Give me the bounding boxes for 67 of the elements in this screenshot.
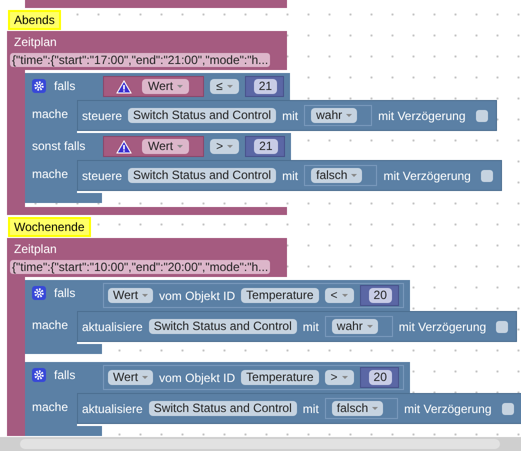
field-dropdown[interactable]: Wert xyxy=(108,288,154,303)
number-field[interactable]: 21 xyxy=(254,79,278,94)
object-label: vom Objekt ID xyxy=(159,288,236,302)
delay-label: mit Verzögerung xyxy=(378,108,466,122)
number-block[interactable]: 21 xyxy=(245,136,284,157)
operator-dropdown[interactable]: > xyxy=(324,370,354,385)
target-field[interactable]: Switch Status and Control xyxy=(148,319,297,334)
action-verb: aktualisiere xyxy=(82,320,143,334)
action-verb: aktualisiere xyxy=(82,402,143,416)
value-dropdown[interactable]: falsch xyxy=(311,168,362,183)
field-dropdown[interactable]: Wert xyxy=(142,79,190,94)
block-title: Zeitplan xyxy=(14,35,57,49)
with-label: mit xyxy=(302,402,319,416)
block-comment[interactable]: Abends xyxy=(8,10,61,30)
value-block[interactable]: Wert xyxy=(103,136,204,157)
object-id-field[interactable]: Temperature xyxy=(241,288,319,303)
value-dropdown[interactable]: falsch xyxy=(332,401,384,416)
action-verb: steuere xyxy=(82,168,122,182)
action-block[interactable]: aktualisiere Switch Status and Control mit falsch mit Verzögerung xyxy=(77,393,521,424)
do-label: mache xyxy=(32,107,68,121)
block-title: Zeitplan xyxy=(14,242,57,256)
target-field[interactable]: Switch Status and Control xyxy=(148,401,297,416)
config-field[interactable]: {"time":{"start":"17:00","end":"21:00","mode":"h... xyxy=(10,53,270,67)
branch-label: sonst falls xyxy=(32,139,86,153)
do-label: mache xyxy=(32,167,68,181)
target-field[interactable]: Switch Status and Control xyxy=(128,168,276,183)
block-comment[interactable]: Wochenende xyxy=(8,217,90,237)
value-dropdown[interactable]: wahr xyxy=(332,319,378,334)
object-id-field[interactable]: Temperature xyxy=(241,370,319,385)
object-block[interactable]: Wert vom Objekt ID Temperature xyxy=(108,288,319,303)
number-block[interactable]: 21 xyxy=(244,76,284,97)
compare-block[interactable]: Wert vom Objekt ID Temperature < 20 xyxy=(103,283,404,308)
action-block[interactable]: steuere Switch Status and Control mit wahr mit Verzögerung xyxy=(77,100,497,131)
operator-dropdown[interactable]: ≤ xyxy=(210,79,239,94)
delay-label: mit Verzögerung xyxy=(404,402,492,416)
object-block[interactable]: Wert vom Objekt ID Temperature xyxy=(108,370,319,385)
branch-label: falls xyxy=(54,286,76,300)
do-label: mache xyxy=(32,400,68,414)
with-label: mit xyxy=(282,108,298,122)
value-block[interactable]: Wert xyxy=(103,76,204,97)
with-label: mit xyxy=(282,168,298,182)
field-dropdown[interactable]: Wert xyxy=(108,370,154,385)
number-field[interactable]: 21 xyxy=(254,139,278,154)
config-field[interactable]: {"time":{"start":"10:00","end":"20:00","mode":"h... xyxy=(10,260,270,274)
delay-label: mit Verzögerung xyxy=(383,168,471,182)
with-label: mit xyxy=(302,320,319,334)
operator-dropdown[interactable]: > xyxy=(210,139,240,154)
number-block[interactable]: 20 xyxy=(360,285,399,306)
branch-label: falls xyxy=(54,79,76,93)
number-field[interactable]: 20 xyxy=(368,370,392,385)
if-block[interactable]: falls Wert vom Objekt ID Temperature > 20 mache aktualisiere Switch Status and Control mit falsch mit Verzögerung xyxy=(25,362,521,436)
target-field[interactable]: Switch Status and Control xyxy=(128,108,276,123)
action-verb: steuere xyxy=(82,108,122,122)
delay-label: mit Verzögerung xyxy=(398,320,486,334)
number-field[interactable]: 20 xyxy=(368,288,392,303)
if-block[interactable]: falls Wert ≤ 21 mache steuere Switch Status and Control mit wahr mit Verzögerung sonst falls Wert > 21 mache steuere Switch Status and Control mit falsch mit Verzögerung xyxy=(25,73,502,203)
compare-block[interactable]: Wert vom Objekt ID Temperature > 20 xyxy=(103,365,404,390)
value-dropdown[interactable]: wahr xyxy=(311,108,358,123)
field-dropdown[interactable]: Wert xyxy=(142,139,190,154)
action-block[interactable]: steuere Switch Status and Control mit falsch mit Verzögerung xyxy=(77,160,502,191)
object-label: vom Objekt ID xyxy=(159,370,236,384)
number-block[interactable]: 20 xyxy=(360,367,399,388)
do-label: mache xyxy=(32,318,68,332)
action-block[interactable]: aktualisiere Switch Status and Control mit wahr mit Verzögerung xyxy=(77,311,518,342)
branch-label: falls xyxy=(54,368,76,382)
operator-dropdown[interactable]: < xyxy=(324,288,354,303)
if-block[interactable]: falls Wert vom Objekt ID Temperature < 20 mache aktualisiere Switch Status and Control mit wahr mit Verzögerung xyxy=(25,280,518,354)
